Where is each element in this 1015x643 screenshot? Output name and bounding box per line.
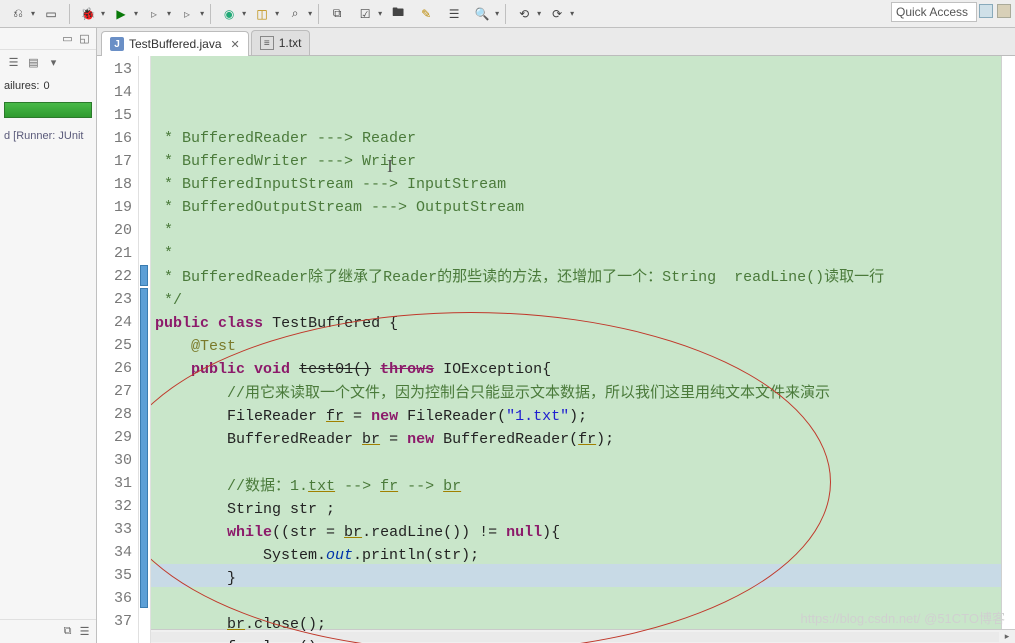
- toolbar-button[interactable]: ⟲: [512, 3, 536, 25]
- view-list-icon[interactable]: ☰: [6, 55, 21, 70]
- dropdown-icon[interactable]: ▾: [275, 9, 279, 18]
- view-tree-icon[interactable]: ▤: [26, 55, 41, 70]
- minimize-icon[interactable]: ▭: [60, 31, 75, 46]
- tab-1txt[interactable]: ≡ 1.txt: [251, 30, 311, 55]
- toolbar-button[interactable]: ⟳: [545, 3, 569, 25]
- dropdown-icon[interactable]: ▾: [308, 9, 312, 18]
- main-toolbar: ⎌ ▾ ▭ 🐞 ▾ ▶ ▾ ▹ ▾ ▹ ▾ ◉ ▾ ◫ ▾ ⌕ ▾ ⧉ ☑ ▾ …: [0, 0, 1015, 28]
- line-number-gutter: 1314151617181920212223242526272829303132…: [97, 56, 139, 643]
- compare-icon[interactable]: ⧉: [60, 624, 75, 639]
- toolbar-button[interactable]: ✎: [414, 3, 438, 25]
- toolbar-button[interactable]: ▹: [142, 3, 166, 25]
- junit-panel: ▭ ◱ ☰ ▤ ▾ ailures: 0 d [Runner: JUnit ⧉ …: [0, 28, 97, 643]
- menu-icon[interactable]: ▾: [46, 55, 61, 70]
- tab-label: 1.txt: [279, 36, 302, 50]
- editor-tabs: J TestBuffered.java ✕ ≡ 1.txt: [97, 28, 1015, 56]
- code-text[interactable]: * BufferedReader ---> Reader * BufferedW…: [151, 56, 1001, 643]
- java-file-icon: J: [110, 37, 124, 51]
- dropdown-icon[interactable]: ▾: [537, 9, 541, 18]
- toolbar-button[interactable]: ☑: [353, 3, 377, 25]
- toolbar-button[interactable]: 🖿: [386, 3, 410, 25]
- code-editor[interactable]: 1314151617181920212223242526272829303132…: [97, 56, 1015, 643]
- perspective-icon[interactable]: [997, 4, 1011, 18]
- dropdown-icon[interactable]: ▾: [134, 9, 138, 18]
- close-icon[interactable]: ✕: [231, 38, 240, 51]
- dropdown-icon[interactable]: ▾: [570, 9, 574, 18]
- marker-column: [139, 56, 151, 643]
- editor-area: J TestBuffered.java ✕ ≡ 1.txt 1314151617…: [97, 28, 1015, 643]
- dropdown-icon[interactable]: ▾: [200, 9, 204, 18]
- tab-label: TestBuffered.java: [129, 37, 222, 51]
- dropdown-icon[interactable]: ▾: [495, 9, 499, 18]
- separator: [505, 4, 506, 24]
- tab-testbuffered[interactable]: J TestBuffered.java ✕: [101, 31, 249, 56]
- failures-label: ailures:: [4, 80, 39, 92]
- toolbar-button[interactable]: ⧉: [325, 3, 349, 25]
- search-button[interactable]: 🔍: [470, 3, 494, 25]
- dropdown-icon[interactable]: ▾: [167, 9, 171, 18]
- filter-icon[interactable]: ☰: [77, 624, 92, 639]
- separator: [318, 4, 319, 24]
- toolbar-button[interactable]: ⎌: [6, 3, 30, 25]
- open-type-button[interactable]: ⌕: [283, 3, 307, 25]
- runner-label: d [Runner: JUnit: [0, 124, 96, 148]
- run-button[interactable]: ▶: [109, 3, 133, 25]
- failures-count: 0: [43, 80, 49, 92]
- perspective-icon[interactable]: [979, 4, 993, 18]
- debug-button[interactable]: 🐞: [76, 3, 100, 25]
- dropdown-icon[interactable]: ▾: [101, 9, 105, 18]
- separator: [69, 4, 70, 24]
- maximize-icon[interactable]: ◱: [77, 31, 92, 46]
- text-file-icon: ≡: [260, 36, 274, 50]
- separator: [210, 4, 211, 24]
- new-package-button[interactable]: ◫: [250, 3, 274, 25]
- dropdown-icon[interactable]: ▾: [378, 9, 382, 18]
- new-class-button[interactable]: ◉: [217, 3, 241, 25]
- dropdown-icon[interactable]: ▾: [31, 9, 35, 18]
- dropdown-icon[interactable]: ▾: [242, 9, 246, 18]
- overview-ruler[interactable]: [1001, 56, 1015, 643]
- toolbar-button[interactable]: ☰: [442, 3, 466, 25]
- toolbar-button[interactable]: ▭: [39, 3, 63, 25]
- quick-access-input[interactable]: Quick Access: [891, 2, 977, 22]
- progress-bar: [4, 102, 92, 118]
- scroll-right-button[interactable]: ▸: [999, 631, 1015, 643]
- toolbar-button[interactable]: ▹: [175, 3, 199, 25]
